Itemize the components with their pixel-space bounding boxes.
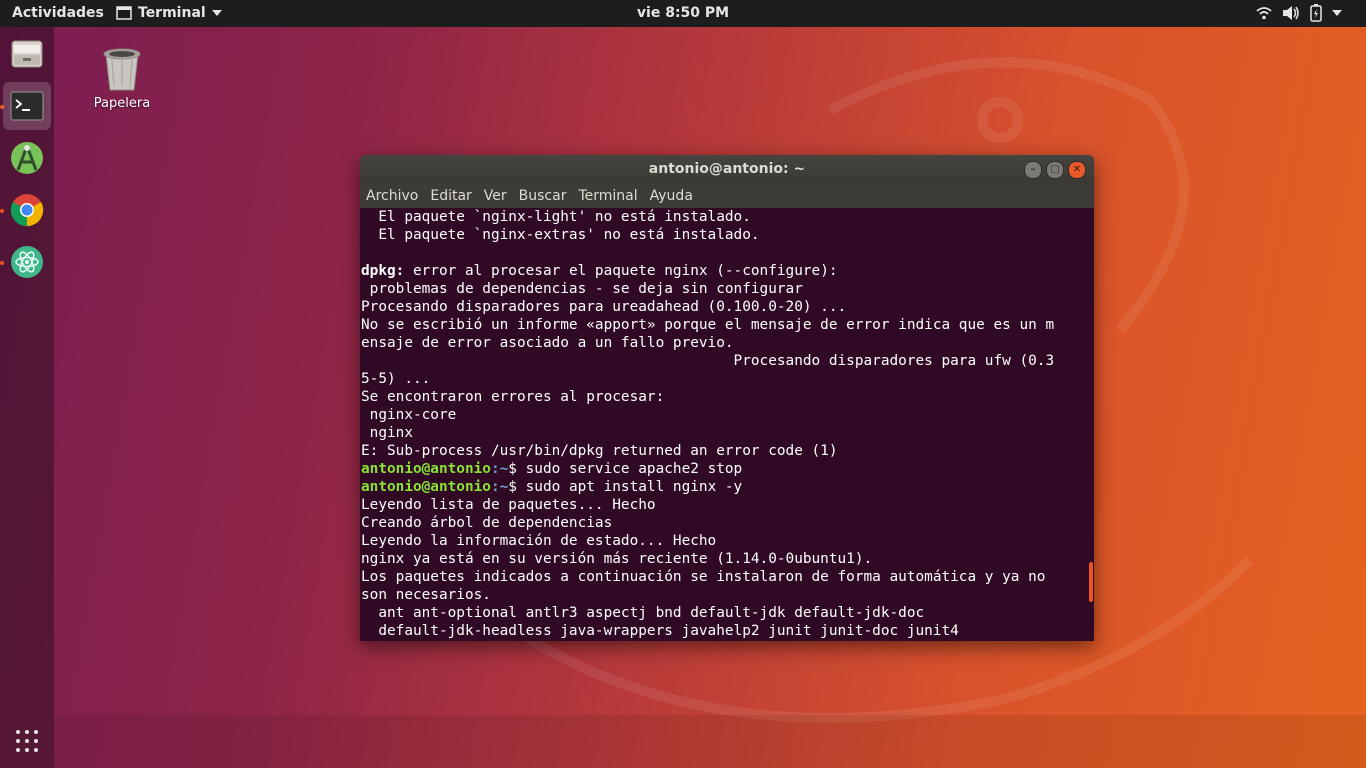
trash-icon [103,48,141,91]
menu-ver[interactable]: Ver [484,188,507,204]
maximize-icon: □ [1050,164,1060,175]
terminal-line-text: $ sudo apt install nginx -y [508,479,743,495]
menu-ayuda[interactable]: Ayuda [650,188,693,204]
terminal-line: ant ant-optional antlr3 aspectj bnd defa… [361,604,1089,622]
menu-archivo[interactable]: Archivo [366,188,418,204]
dock-item-terminal[interactable] [3,82,51,130]
terminal-line-text: nginx [361,425,413,441]
terminal-line-text: nginx ya está en su versión más reciente… [361,551,873,567]
terminal-line: El paquete `nginx-light' no está instala… [361,208,1089,226]
terminal-icon [10,91,44,121]
terminal-line: default-jdk-headless java-wrappers javah… [361,622,1089,640]
menu-terminal[interactable]: Terminal [578,188,637,204]
window-title: antonio@antonio: ~ [648,161,806,177]
app-menu-label: Terminal [138,5,206,21]
terminal-line: Leyendo la información de estado... Hech… [361,532,1089,550]
menu-buscar[interactable]: Buscar [519,188,567,204]
terminal-line: Procesando disparadores para ufw (0.3 [361,352,1089,370]
terminal-line: Los paquetes indicados a continuación se… [361,568,1089,586]
dock-item-android-studio[interactable] [3,134,51,182]
terminal-line: E: Sub-process /usr/bin/dpkg returned an… [361,442,1089,460]
prompt-user-host: antonio@antonio [361,461,491,477]
app-menu-button[interactable]: Terminal [116,5,222,21]
terminal-line: Creando árbol de dependencias [361,514,1089,532]
terminal-line: problemas de dependencias - se deja sin … [361,280,1089,298]
maximize-button[interactable]: □ [1046,161,1064,179]
activities-button[interactable]: Actividades [12,5,104,21]
volume-icon [1283,6,1299,20]
show-applications-button[interactable] [3,717,51,765]
top-panel: Actividades Terminal vie 8:50 PM [0,0,1366,27]
show-applications-icon [16,730,38,752]
terminal-line-text: E: Sub-process /usr/bin/dpkg returned an… [361,443,838,459]
chevron-down-icon [211,10,222,16]
terminal-line-text: ensaje de error asociado a un fallo prev… [361,335,734,351]
terminal-line-text: Los paquetes indicados a continuación se… [361,569,1046,585]
terminal-line: nginx ya está en su versión más reciente… [361,550,1089,568]
terminal-line-text: Se encontraron errores al procesar: [361,389,665,405]
terminal-line: nginx [361,424,1089,442]
terminal-line: El paquete `nginx-extras' no está instal… [361,226,1089,244]
window-titlebar[interactable]: antonio@antonio: ~ – □ ✕ [360,155,1094,184]
terminal-window[interactable]: antonio@antonio: ~ – □ ✕ Archivo Editar … [360,155,1094,641]
terminal-bold-text: dpkg: [361,263,405,279]
close-button[interactable]: ✕ [1068,161,1086,179]
terminal-line: dpkg: error al procesar el paquete nginx… [361,262,1089,280]
terminal-line-text: problemas de dependencias - se deja sin … [361,281,803,297]
terminal-line-text: No se escribió un informe «apport» porqu… [361,317,1055,333]
android-studio-icon [11,142,43,174]
dock-item-chrome[interactable] [3,186,51,234]
clock[interactable]: vie 8:50 PM [637,5,729,21]
terminal-line: No se escribió un informe «apport» porqu… [361,316,1089,334]
prompt-path: :~ [490,461,509,477]
terminal-line: son necesarios. [361,586,1089,604]
terminal-line: Procesando disparadores para ureadahead … [361,298,1089,316]
dock-item-atom[interactable] [3,238,51,286]
minimize-button[interactable]: – [1024,161,1042,179]
terminal-line-text: son necesarios. [361,587,491,603]
terminal-line: antonio@antonio:~$ sudo apt install ngin… [361,478,1089,496]
terminal-line-text: Procesando disparadores para ufw (0.3 [361,353,1055,369]
menubar: Archivo Editar Ver Buscar Terminal Ayuda [360,184,1094,208]
terminal-line-text: 5-5) ... [361,371,431,387]
dock [0,27,54,768]
terminal-line: nginx-core [361,406,1089,424]
terminal-line-text: Leyendo la información de estado... Hech… [361,533,717,549]
terminal-line-text: Procesando disparadores para ureadahead … [361,299,847,315]
close-icon: ✕ [1072,164,1082,175]
terminal-line-text: nginx-core [361,407,457,423]
terminal-line: antonio@antonio:~$ sudo service apache2 … [361,460,1089,478]
terminal-line: Se encontraron errores al procesar: [361,388,1089,406]
prompt-path: :~ [490,479,509,495]
desktop-trash[interactable]: Papelera [86,44,158,111]
dock-item-files[interactable] [3,30,51,78]
minimize-icon: – [1030,164,1036,175]
terminal-line: 5-5) ... [361,370,1089,388]
terminal-line-text: $ sudo service apache2 stop [508,461,743,477]
chevron-down-icon [1332,10,1342,16]
battery-icon [1310,4,1322,22]
terminal-line-text: El paquete `nginx-extras' no está instal… [361,227,760,243]
desktop-trash-label: Papelera [93,96,151,111]
prompt-user-host: antonio@antonio [361,479,491,495]
terminal-line-text: El paquete `nginx-light' no está instala… [361,209,751,225]
terminal-line-text: Creando árbol de dependencias [361,515,613,531]
terminal-line-text: error al procesar el paquete nginx (--co… [404,263,838,279]
menu-editar[interactable]: Editar [430,188,471,204]
terminal-scrollbar[interactable] [1088,208,1094,641]
wifi-icon [1256,7,1272,20]
terminal-line: Leyendo lista de paquetes... Hecho [361,496,1089,514]
terminal-line-text: ant ant-optional antlr3 aspectj bnd defa… [361,605,925,621]
scrollbar-thumb[interactable] [1089,562,1093,602]
terminal-line-text: default-jdk-headless java-wrappers javah… [361,623,959,639]
terminal-icon [116,6,132,20]
system-tray[interactable] [1256,4,1342,22]
terminal-line-text: Leyendo lista de paquetes... Hecho [361,497,656,513]
terminal-line: ensaje de error asociado a un fallo prev… [361,334,1089,352]
chrome-icon [10,194,44,227]
terminal-output[interactable]: El paquete `nginx-light' no está instala… [361,208,1089,641]
atom-icon [11,246,43,278]
files-icon [11,40,43,68]
